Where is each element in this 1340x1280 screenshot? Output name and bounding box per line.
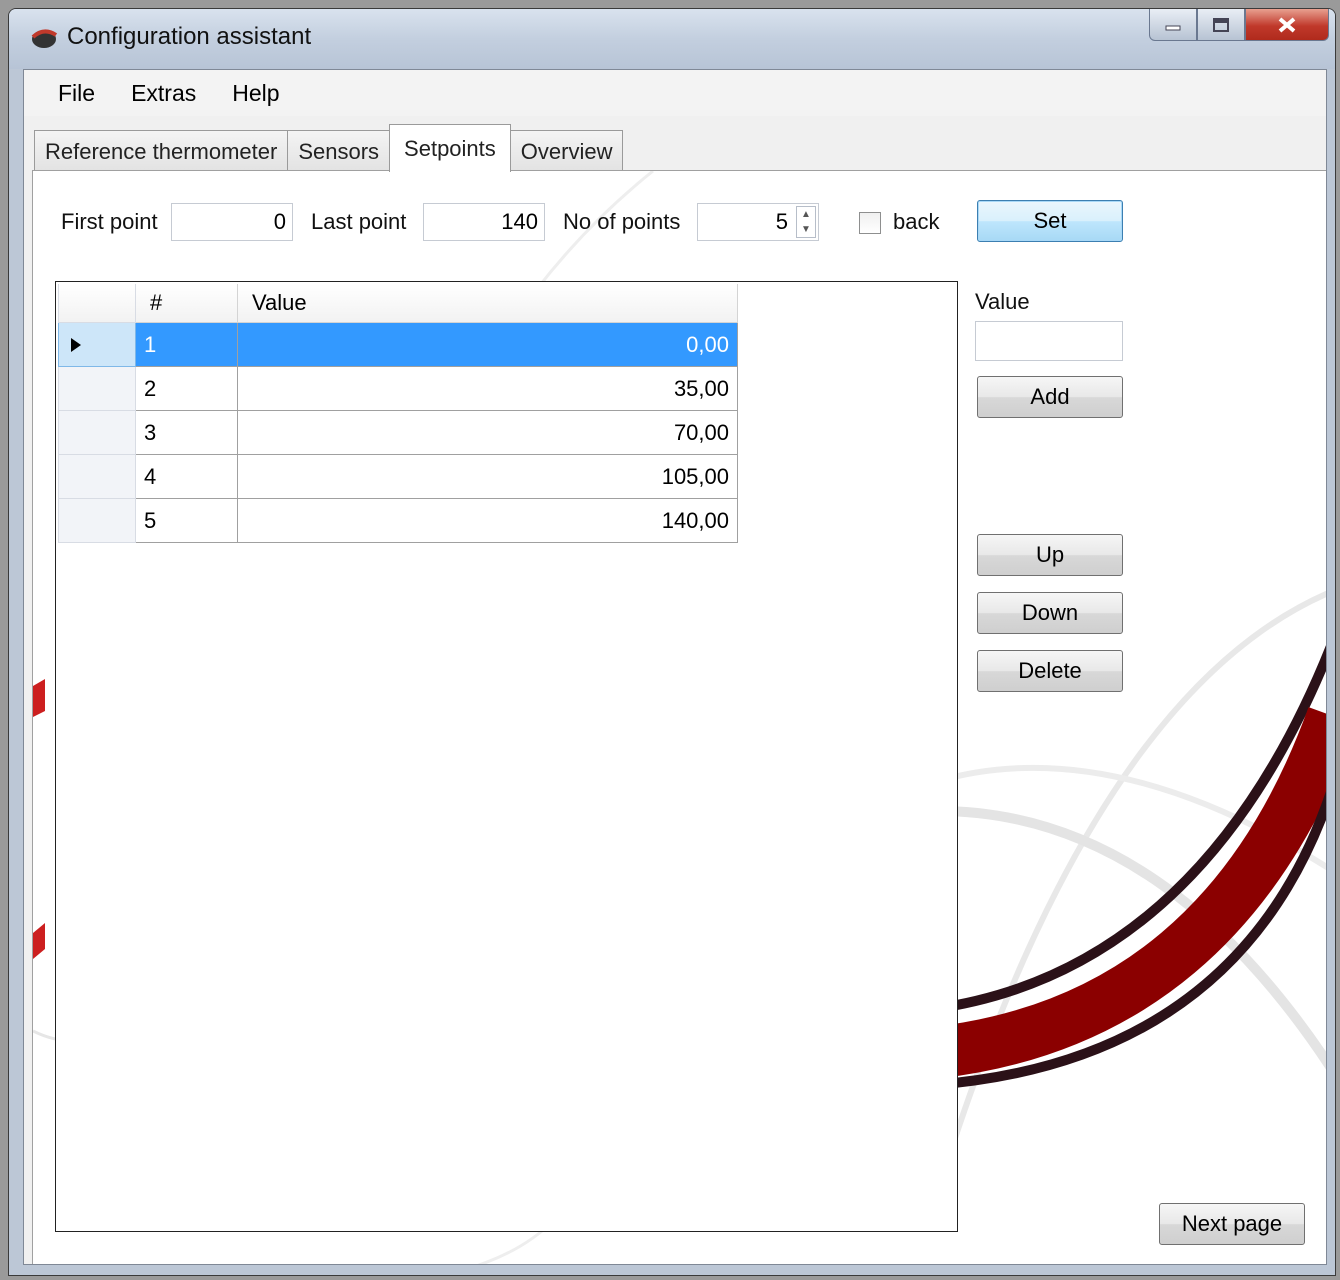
- tab-reference-thermometer[interactable]: Reference thermometer: [34, 130, 289, 172]
- column-header-value[interactable]: Value: [237, 284, 738, 323]
- row-header[interactable]: [58, 366, 136, 411]
- table-row[interactable]: 4 105,00: [58, 454, 738, 499]
- cell-number[interactable]: 5: [135, 498, 238, 543]
- window-controls: [1149, 9, 1329, 45]
- value-input[interactable]: [975, 321, 1123, 361]
- up-button[interactable]: Up: [977, 534, 1123, 576]
- window-title: Configuration assistant: [67, 23, 312, 50]
- tab-setpoints[interactable]: Setpoints: [389, 124, 511, 172]
- grid-header-row: # Value: [58, 284, 738, 323]
- cell-value[interactable]: 105,00: [237, 454, 738, 499]
- menu-bar: File Extras Help: [24, 70, 1326, 116]
- first-point-input[interactable]: 0: [171, 203, 293, 241]
- first-point-label: First point: [61, 209, 158, 234]
- spin-down-icon[interactable]: ▼: [797, 222, 815, 237]
- setpoints-panel: First point 0 Last point 140 No of point…: [32, 170, 1326, 1264]
- column-header-number[interactable]: #: [135, 284, 238, 323]
- close-button[interactable]: [1245, 9, 1329, 41]
- back-checkbox[interactable]: [859, 212, 881, 234]
- maximize-button[interactable]: [1197, 9, 1245, 41]
- delete-button[interactable]: Delete: [977, 650, 1123, 692]
- setpoints-table: # Value 1 0,00 2 35,00 3 70,00 4 105,00 …: [58, 284, 738, 543]
- row-header[interactable]: [58, 410, 136, 455]
- row-header[interactable]: [58, 498, 136, 543]
- no-of-points-spinner[interactable]: 5 ▲ ▼: [697, 203, 819, 241]
- setpoints-grid[interactable]: # Value 1 0,00 2 35,00 3 70,00 4 105,00 …: [55, 281, 958, 1232]
- add-button[interactable]: Add: [977, 376, 1123, 418]
- cell-number[interactable]: 4: [135, 454, 238, 499]
- spinner-arrows[interactable]: ▲ ▼: [796, 206, 816, 238]
- down-button[interactable]: Down: [977, 592, 1123, 634]
- client-area: File Extras Help Reference thermometer S…: [23, 69, 1327, 1265]
- menu-extras[interactable]: Extras: [113, 80, 214, 107]
- cell-number[interactable]: 3: [135, 410, 238, 455]
- spin-up-icon[interactable]: ▲: [797, 207, 815, 222]
- row-header[interactable]: [58, 454, 136, 499]
- menu-file[interactable]: File: [40, 80, 113, 107]
- last-point-input[interactable]: 140: [423, 203, 545, 241]
- no-of-points-label: No of points: [563, 209, 681, 234]
- app-window: Configuration assistant File Extras Help…: [8, 8, 1336, 1276]
- last-point-label: Last point: [311, 209, 407, 234]
- grid-corner-header: [58, 284, 136, 323]
- value-label: Value: [975, 289, 1030, 314]
- set-button[interactable]: Set: [977, 200, 1123, 242]
- cell-value[interactable]: 140,00: [237, 498, 738, 543]
- no-of-points-value: 5: [775, 209, 788, 234]
- cell-number[interactable]: 1: [135, 322, 238, 367]
- title-bar[interactable]: Configuration assistant: [9, 9, 1335, 69]
- table-row[interactable]: 1 0,00: [58, 322, 738, 367]
- table-row[interactable]: 3 70,00: [58, 410, 738, 455]
- minimize-button[interactable]: [1149, 9, 1197, 41]
- tab-strip: Reference thermometer Sensors Setpoints …: [34, 124, 624, 172]
- cell-number[interactable]: 2: [135, 366, 238, 411]
- minimize-icon: [1165, 25, 1181, 30]
- cell-value[interactable]: 0,00: [237, 322, 738, 367]
- cell-value[interactable]: 35,00: [237, 366, 738, 411]
- next-page-button[interactable]: Next page: [1159, 1203, 1305, 1245]
- maximize-icon: [1213, 17, 1229, 32]
- row-header[interactable]: [58, 322, 136, 367]
- menu-help[interactable]: Help: [214, 80, 297, 107]
- app-icon: [31, 29, 58, 48]
- close-icon: [1278, 16, 1296, 33]
- table-row[interactable]: 5 140,00: [58, 498, 738, 543]
- tab-overview[interactable]: Overview: [509, 130, 624, 172]
- table-row[interactable]: 2 35,00: [58, 366, 738, 411]
- current-row-arrow-icon: [71, 337, 81, 352]
- cell-value[interactable]: 70,00: [237, 410, 738, 455]
- back-label: back: [893, 209, 940, 234]
- tab-sensors[interactable]: Sensors: [287, 130, 391, 172]
